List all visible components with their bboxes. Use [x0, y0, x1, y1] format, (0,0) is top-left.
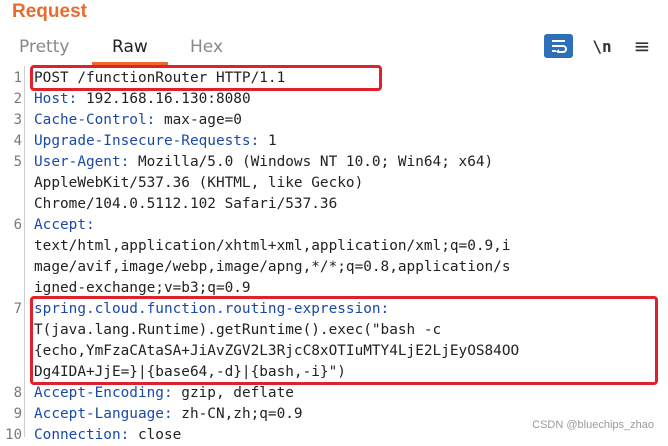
code-text: igned-exchange;v=b3;q=0.9	[34, 280, 251, 296]
header-name: Accept-Language:	[34, 406, 173, 422]
header-name: Cache-Control:	[34, 112, 156, 128]
line-number: 4	[13, 133, 22, 149]
code-line: Connection: close	[34, 425, 181, 446]
code-line: text/html,application/xhtml+xml,applicat…	[34, 236, 511, 257]
wrap-lines-icon	[551, 40, 567, 53]
header-name: Upgrade-Insecure-Requests:	[34, 133, 260, 149]
highlight-box	[30, 65, 382, 91]
header-name: User-Agent:	[34, 154, 130, 170]
line-number: 9	[13, 406, 22, 422]
header-name: Host:	[34, 91, 78, 107]
header-value: max-age=0	[163, 112, 242, 128]
raw-request-editor[interactable]: 1 POST /functionRouter HTTP/1.1 2 Host: 192…	[0, 65, 668, 443]
code-text: AppleWebKit/537.36 (KHTML, like Gecko)	[34, 175, 364, 191]
panel-title: Request	[12, 1, 87, 22]
line-number: 5	[13, 154, 22, 170]
code-text: text/html,application/xhtml+xml,applicat…	[34, 238, 511, 254]
highlight-box	[30, 296, 658, 385]
code-line: User-Agent: Mozilla/5.0 (Windows NT 10.0…	[34, 152, 493, 173]
watermark: CSDN @bluechips_zhao	[532, 419, 654, 431]
code-line: mage/avif,image/webp,image/apng,*/*;q=0.…	[34, 257, 511, 278]
wrap-lines-button[interactable]	[544, 34, 573, 58]
header-value: Mozilla/5.0 (Windows NT 10.0; Win64; x64…	[137, 154, 494, 170]
line-number: 8	[13, 385, 22, 401]
header-name: Connection:	[34, 427, 130, 443]
code-line: Accept-Encoding: gzip, deflate	[34, 383, 294, 404]
line-number: 6	[13, 217, 22, 233]
code-line: Host: 192.168.16.130:8080	[34, 89, 251, 110]
header-value: 1	[267, 133, 277, 149]
code-line: Upgrade-Insecure-Requests: 1	[34, 131, 277, 152]
code-line: Accept-Language: zh-CN,zh;q=0.9	[34, 404, 303, 425]
tab-pretty[interactable]: Pretty	[19, 34, 69, 60]
header-value: 192.168.16.130:8080	[86, 91, 251, 107]
code-line: Accept:	[34, 215, 95, 236]
tab-raw[interactable]: Raw	[112, 34, 148, 60]
line-number: 2	[13, 91, 22, 107]
line-number: 3	[13, 112, 22, 128]
header-value: gzip, deflate	[181, 385, 294, 401]
line-number: 1	[13, 70, 22, 86]
gutter-divider	[24, 66, 25, 437]
tab-hex[interactable]: Hex	[190, 34, 223, 60]
header-name: Accept:	[34, 217, 95, 233]
header-value: zh-CN,zh;q=0.9	[181, 406, 303, 422]
line-number: 10	[5, 427, 22, 443]
hamburger-menu-icon[interactable]: ≡	[630, 34, 654, 58]
show-newlines-button[interactable]: \n	[590, 34, 614, 58]
code-line: Chrome/104.0.5112.102 Safari/537.36	[34, 194, 337, 215]
header-value: close	[137, 427, 182, 443]
code-text: Chrome/104.0.5112.102 Safari/537.36	[34, 196, 338, 212]
code-text: mage/avif,image/webp,image/apng,*/*;q=0.…	[34, 259, 511, 275]
code-line: Cache-Control: max-age=0	[34, 110, 242, 131]
header-name: Accept-Encoding:	[34, 385, 173, 401]
line-number: 7	[13, 301, 22, 317]
code-line: AppleWebKit/537.36 (KHTML, like Gecko)	[34, 173, 363, 194]
